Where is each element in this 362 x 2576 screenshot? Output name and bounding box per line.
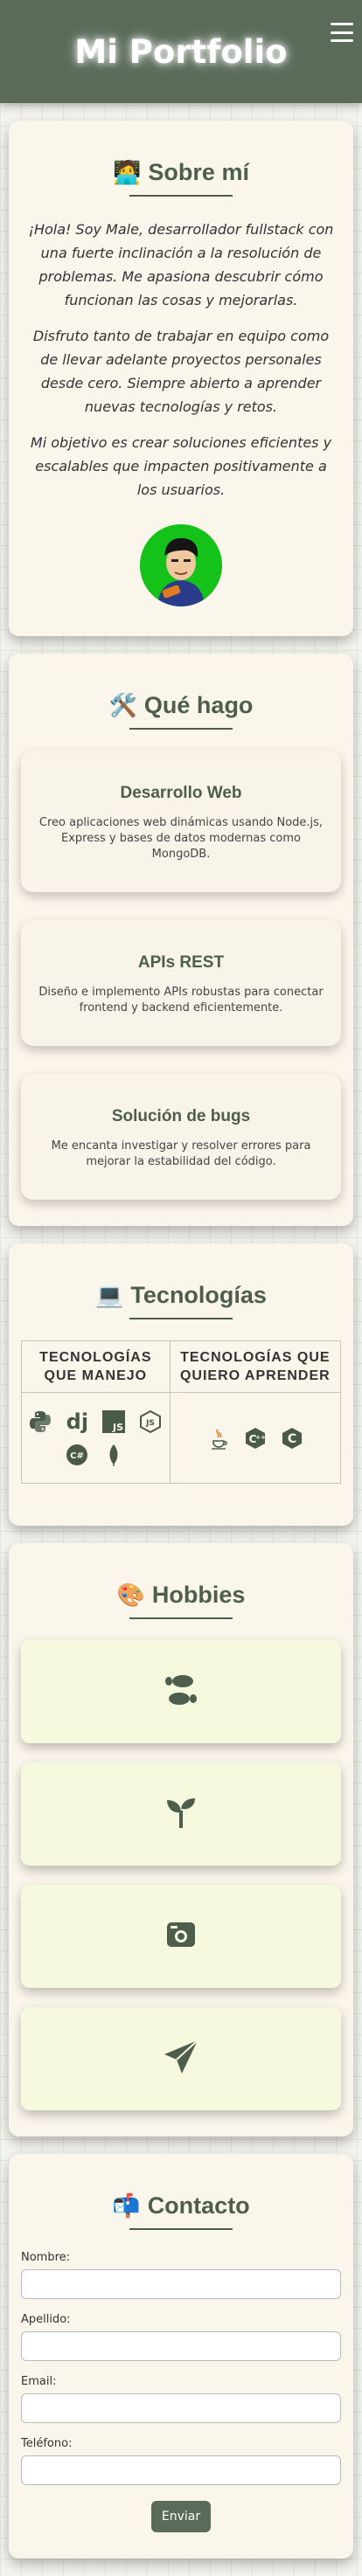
apellido-label: Apellido: (21, 2313, 71, 2326)
about-section: 🧑‍💻 Sobre mí ¡Hola! Soy Male, desarrolla… (9, 121, 353, 636)
tech-learn-cell: C ++ C (169, 1392, 342, 1484)
java-icon (205, 1425, 232, 1451)
contact-title-text: Contacto (147, 2192, 250, 2219)
service-card-title: Solución de bugs (111, 1107, 251, 1125)
about-title-text: Sobre mí (148, 159, 249, 185)
nombre-label: Nombre: (21, 2251, 71, 2264)
mailbox-emoji-icon: 📬 (112, 2192, 141, 2219)
svg-text:C: C (288, 1432, 296, 1446)
mongodb-icon (101, 1442, 127, 1468)
svg-text:C#: C# (70, 1451, 84, 1461)
paper-plane-icon (163, 2039, 199, 2079)
hobby-card-photography[interactable] (21, 1885, 341, 1988)
hobby-card-gardening[interactable] (21, 1762, 341, 1866)
contact-form: Nombre: Apellido: Email: Teléfono: Envia… (21, 2251, 341, 2532)
apellido-field[interactable] (21, 2331, 341, 2361)
tools-emoji-icon: 🛠️ (108, 692, 137, 718)
telefono-field[interactable] (21, 2455, 341, 2485)
hobbies-title-text: Hobbies (151, 1582, 246, 1608)
footprints-icon (162, 1672, 200, 1711)
services-title: 🛠️ Qué hago (21, 692, 341, 719)
contact-section: 📬 Contacto Nombre: Apellido: Email: Telé… (9, 2154, 353, 2559)
tech-table: TECNOLOGÍAS QUE MANEJO TECNOLOGÍAS QUE Q… (21, 1340, 342, 1484)
about-paragraph-2: Disfruto tanto de trabajar en equipo com… (32, 328, 330, 415)
python-icon (27, 1409, 53, 1435)
javascript-icon: JS (101, 1409, 127, 1435)
email-field[interactable] (21, 2393, 341, 2423)
hamburger-icon[interactable] (331, 23, 353, 42)
service-card-text: Me encanta investigar y resolver errores… (51, 1139, 311, 1168)
title-underline (129, 728, 233, 730)
tech-section: 💻 Tecnologías TECNOLOGÍAS QUE MANEJO TEC… (9, 1243, 353, 1526)
tech-title: 💻 Tecnologías (21, 1282, 341, 1309)
email-label: Email: (21, 2375, 57, 2388)
service-card-bugs: Solución de bugs Me encanta investigar y… (21, 1074, 341, 1200)
services-section: 🛠️ Qué hago Desarrollo Web Creo aplicaci… (9, 654, 353, 1226)
service-card-title: Desarrollo Web (120, 784, 242, 802)
hobby-card-travel[interactable] (21, 2007, 341, 2110)
camera-icon (164, 1917, 198, 1956)
title-underline (129, 1318, 233, 1319)
title-underline (129, 2228, 233, 2230)
tech-header-known: TECNOLOGÍAS QUE MANEJO (21, 1340, 171, 1393)
contact-title: 📬 Contacto (21, 2192, 341, 2219)
service-card-title: APIs REST (137, 953, 225, 972)
telefono-label: Teléfono: (21, 2437, 73, 2450)
site-header: Mi Portfolio (0, 0, 362, 103)
laptop-emoji-icon: 💻 (95, 1282, 124, 1308)
tech-header-learn: TECNOLOGÍAS QUE QUIERO APRENDER (169, 1340, 342, 1393)
technologist-emoji-icon: 🧑‍💻 (113, 159, 142, 185)
hobbies-section: 🎨 Hobbies (9, 1543, 353, 2136)
service-card-api: APIs REST Diseño e implemento APIs robus… (21, 920, 341, 1046)
tech-known-cell: dj JS JS C# (21, 1392, 171, 1484)
django-icon: dj (66, 1409, 89, 1434)
svg-text:++: ++ (255, 1434, 266, 1441)
tech-title-text: Tecnologías (130, 1282, 267, 1308)
title-underline (129, 195, 233, 197)
palette-emoji-icon: 🎨 (116, 1582, 145, 1608)
cplusplus-icon: C ++ (242, 1425, 268, 1451)
submit-button[interactable]: Enviar (150, 2501, 212, 2532)
title-underline (129, 1617, 233, 1619)
nodejs-icon: JS (137, 1409, 164, 1435)
services-title-text: Qué hago (143, 692, 254, 718)
site-title: Mi Portfolio (74, 32, 288, 71)
about-paragraph-3: Mi objetivo es crear soluciones eficient… (30, 434, 332, 498)
service-card-web: Desarrollo Web Creo aplicaciones web din… (21, 751, 341, 892)
service-card-text: Creo aplicaciones web dinámicas usando N… (38, 816, 324, 861)
sprout-icon (164, 1795, 198, 1833)
svg-text:JS: JS (112, 1422, 123, 1433)
nombre-field[interactable] (21, 2269, 341, 2299)
service-card-text: Diseño e implemento APIs robustas para c… (38, 986, 324, 1014)
svg-text:JS: JS (145, 1419, 155, 1428)
c-language-icon: C (279, 1425, 305, 1451)
about-title: 🧑‍💻 Sobre mí (21, 159, 341, 186)
avatar (140, 524, 222, 606)
about-paragraph-1: ¡Hola! Soy Male, desarrollador fullstack… (28, 221, 334, 308)
hobby-card-walking[interactable] (21, 1640, 341, 1743)
csharp-icon: C# (64, 1442, 90, 1468)
hobbies-title: 🎨 Hobbies (21, 1582, 341, 1609)
